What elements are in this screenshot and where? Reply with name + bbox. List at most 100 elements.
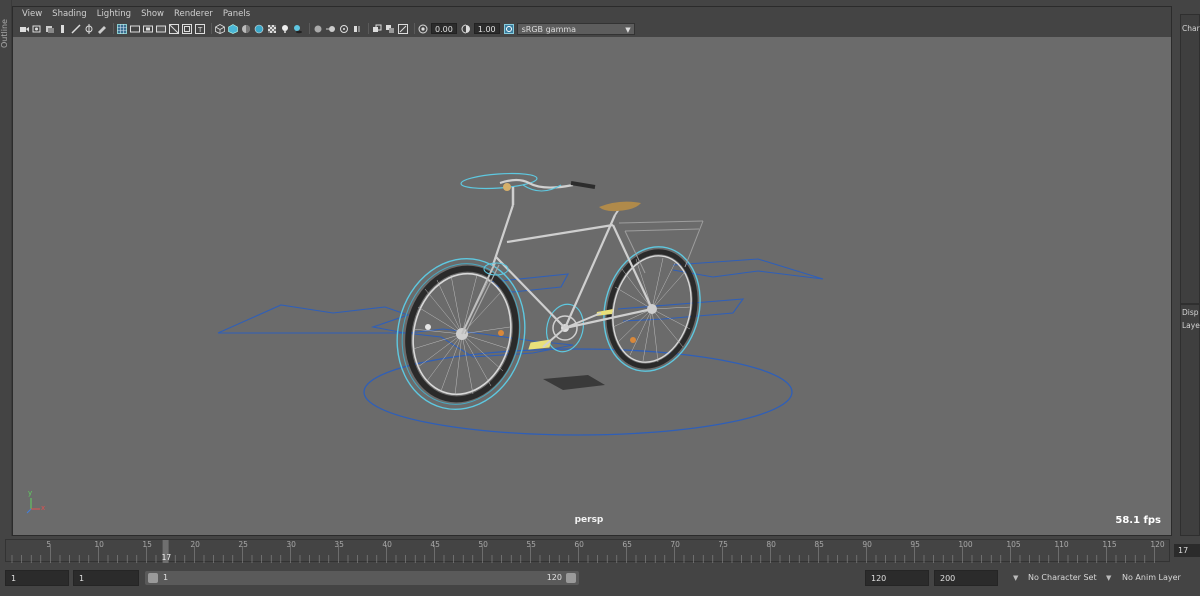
frame-tick-label: 120 — [1150, 540, 1165, 549]
display-tab[interactable]: Disp — [1182, 308, 1199, 317]
select-camera-icon[interactable] — [19, 24, 29, 34]
anim-layer-chevron-icon[interactable]: ▼ — [1106, 571, 1111, 585]
range-start-handle[interactable] — [148, 573, 158, 583]
grid-icon[interactable] — [117, 23, 127, 34]
color-management-icon[interactable] — [503, 23, 514, 34]
frame-tick-label: 5 — [46, 540, 51, 549]
perspective-viewport[interactable]: y x persp 58.1 fps — [13, 37, 1171, 535]
time-ruler: 5 10 15 20 25 30 35 40 45 50 55 60 65 70 75 80 85 90 95 100… — [11, 540, 1165, 563]
bike-shadow — [543, 375, 605, 390]
channel-box-tab[interactable]: Char — [1182, 24, 1200, 33]
exposure-field[interactable]: 0.00 — [431, 23, 457, 34]
menu-show[interactable]: Show — [136, 7, 169, 21]
motion-blur-icon[interactable] — [326, 24, 336, 34]
field-chart-icon[interactable] — [169, 23, 179, 34]
time-slider[interactable]: 5 10 15 20 25 30 35 40 45 50 55 60 65 70 75 80 85 90 95 100… — [5, 539, 1170, 563]
gamma-icon[interactable] — [461, 24, 471, 34]
range-slider-end: 120 — [546, 573, 562, 582]
gate-mask-icon[interactable] — [156, 24, 166, 34]
gamma-field[interactable]: 1.00 — [473, 23, 500, 34]
film-gate-icon[interactable] — [130, 24, 140, 34]
chevron-down-icon: ▼ — [625, 25, 631, 34]
xray-joints-icon[interactable] — [398, 23, 408, 34]
menu-shading[interactable]: Shading — [47, 7, 92, 21]
bike-seat — [599, 201, 641, 212]
xray-icon[interactable] — [385, 24, 395, 34]
two-d-pan-zoom-icon[interactable] — [84, 23, 94, 34]
frame-tick-label: 20 — [190, 540, 200, 549]
frame-tick-label: 40 — [382, 540, 392, 549]
exposure-icon[interactable] — [418, 24, 428, 34]
frame-tick-label: 30 — [286, 540, 296, 549]
image-plane-icon[interactable] — [58, 24, 68, 34]
anti-aliasing-icon[interactable] — [339, 24, 349, 34]
toolbar-separator — [113, 23, 114, 34]
character-set-chevron-icon[interactable]: ▼ — [1013, 571, 1018, 585]
view-transform-select[interactable]: sRGB gamma ▼ — [516, 22, 635, 35]
frame-tick-label: 15 — [142, 540, 152, 549]
camera-name-label: persp — [574, 515, 604, 525]
resolution-gate-icon[interactable] — [143, 24, 153, 34]
frame-tick-label: 100 — [958, 540, 973, 549]
textured-icon[interactable] — [267, 24, 277, 34]
safe-title-icon[interactable]: T — [195, 23, 205, 34]
bookmarks-icon[interactable] — [45, 24, 55, 34]
bell — [503, 183, 511, 191]
svg-text:T: T — [197, 26, 203, 34]
use-all-lights-icon[interactable] — [280, 24, 290, 34]
isolate-select-icon[interactable] — [372, 24, 382, 34]
grease-pencil-tool-icon[interactable] — [97, 24, 107, 34]
playback-end-field[interactable]: 120 — [865, 570, 929, 586]
use-default-material-icon[interactable] — [241, 24, 251, 34]
frame-tick-label: 25 — [238, 540, 248, 549]
depth-of-field-icon[interactable] — [352, 24, 362, 34]
playback-start-field[interactable]: 1 — [73, 570, 139, 586]
front-valve — [498, 330, 504, 336]
axis-y-label: y — [28, 489, 33, 497]
wireframe-icon[interactable] — [215, 23, 225, 34]
channel-box-panel: Char Disp Laye — [1176, 6, 1200, 536]
wireframe-on-shaded-icon[interactable] — [254, 24, 264, 34]
menu-lighting[interactable]: Lighting — [92, 7, 136, 21]
outliner-tab[interactable]: Outline — [0, 14, 12, 54]
animation-start-field[interactable]: 1 — [5, 570, 69, 586]
frame-tick-label: 70 — [670, 540, 680, 549]
smooth-shade-icon[interactable] — [228, 23, 238, 34]
camera-attributes-icon[interactable] — [32, 24, 42, 34]
current-frame-field[interactable]: 17 — [1174, 544, 1200, 557]
menu-panels[interactable]: Panels — [218, 7, 255, 21]
viewport-panel: View Shading Lighting Show Renderer Pane… — [12, 6, 1172, 536]
current-frame-label: 17 — [162, 553, 172, 562]
anim-layer-dropdown[interactable]: No Anim Layer — [1116, 571, 1196, 585]
menu-view[interactable]: View — [17, 7, 47, 21]
right-grip — [570, 181, 596, 189]
layers-menu[interactable]: Laye — [1182, 321, 1200, 330]
grease-pencil-icon[interactable] — [71, 23, 81, 34]
character-set-dropdown[interactable]: No Character Set — [1022, 571, 1102, 585]
rear-valve — [630, 337, 636, 343]
frame-tick-label: 45 — [430, 540, 440, 549]
toolbar-separator — [309, 23, 310, 34]
frame-tick-label: 65 — [622, 540, 632, 549]
range-end-handle[interactable] — [566, 573, 576, 583]
menu-renderer[interactable]: Renderer — [169, 7, 218, 21]
view-transform-value: sRGB gamma — [521, 24, 577, 34]
frame-tick-label: 95 — [910, 540, 920, 549]
maya-window: Outline View Shading Lighting Show Rende… — [0, 0, 1200, 596]
axis-gizmo — [26, 498, 40, 514]
range-slider[interactable]: 1 120 — [145, 571, 579, 585]
safe-action-icon[interactable] — [182, 23, 192, 34]
range-slider-start: 1 — [163, 573, 169, 582]
shadows-icon[interactable] — [293, 24, 303, 34]
frame-tick-label: 105 — [1006, 540, 1021, 549]
scene-render — [26, 172, 824, 514]
toolbar-separator — [368, 23, 369, 34]
fps-readout: 58.1 fps — [1115, 515, 1161, 526]
frame-tick-label: 60 — [574, 540, 584, 549]
animation-end-field[interactable]: 200 — [934, 570, 998, 586]
outliner-strip: Outline — [0, 0, 12, 536]
panel-toolbar: T 0.00 1.00 sRGB gamma ▼ — [13, 21, 1171, 36]
range-slider-row: 1 1 1 120 120 200 ▼ No Character Set ▼ N… — [0, 567, 1200, 589]
frame-tick-label: 75 — [718, 540, 728, 549]
screen-space-ao-icon[interactable] — [313, 24, 323, 34]
